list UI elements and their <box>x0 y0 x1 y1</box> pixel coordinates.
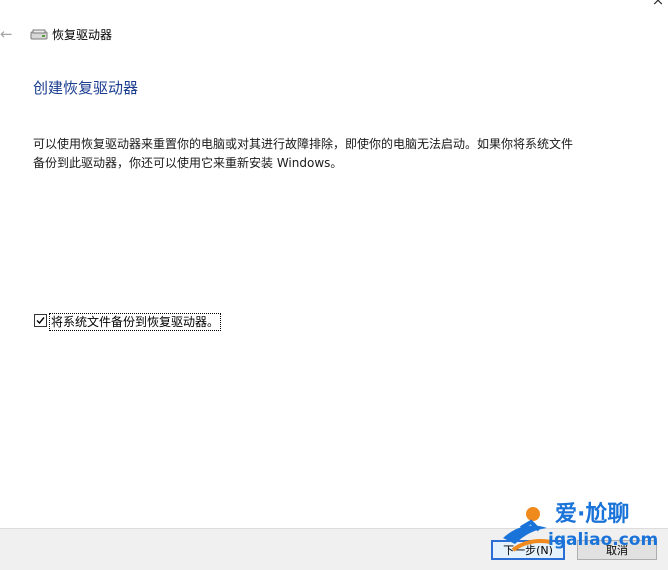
checkmark-icon <box>36 317 45 325</box>
page-title: 创建恢复驱动器 <box>33 79 139 97</box>
close-icon[interactable]: × <box>648 0 668 11</box>
backup-checkbox-label[interactable]: 将系统文件备份到恢复驱动器。 <box>49 313 222 331</box>
description-text: 可以使用恢复驱动器来重置你的电脑或对其进行故障排除，即使你的电脑无法启动。如果你… <box>33 137 574 170</box>
watermark: 爱·尬聊 igaliao.com <box>495 496 665 558</box>
watermark-brand: 爱·尬聊 <box>555 502 630 527</box>
back-arrow-icon[interactable]: ← <box>0 25 13 43</box>
backup-checkbox[interactable] <box>34 314 47 327</box>
window-title: 恢复驱动器 <box>52 28 113 42</box>
drive-icon <box>30 29 48 40</box>
watermark-url: igaliao.com <box>548 530 659 550</box>
title-bar: ← 恢复驱动器 <box>0 24 300 46</box>
